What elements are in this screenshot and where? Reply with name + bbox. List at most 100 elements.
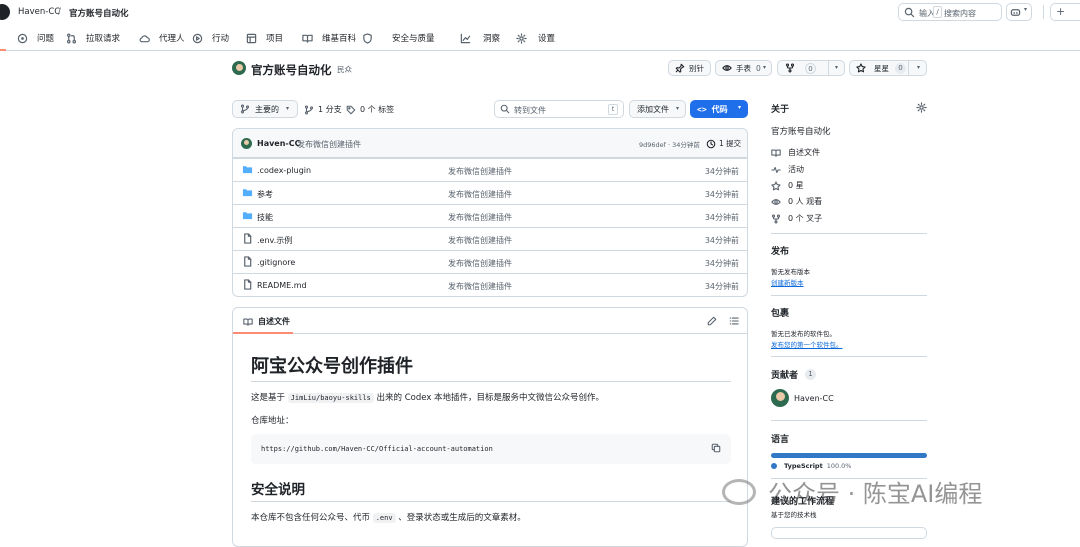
divider xyxy=(1043,5,1044,19)
pin-button[interactable]: 别针 xyxy=(668,60,711,76)
commit-author[interactable]: Haven-CC xyxy=(257,139,301,148)
tags-link[interactable]: 0 个 标签 xyxy=(346,104,394,115)
gear-icon[interactable] xyxy=(916,102,927,113)
tab-label: 维基百科 xyxy=(322,34,357,44)
commit-message[interactable]: 发布微信创建插件 xyxy=(297,139,361,150)
repo-link[interactable]: 官方账号自动化 xyxy=(69,7,129,19)
create-new-button[interactable]: + xyxy=(1050,3,1080,21)
go-to-file-shortcut: t xyxy=(608,104,618,115)
copilot-button[interactable]: ▾ xyxy=(1006,3,1032,21)
branch-selector[interactable]: 主要的 ▾ xyxy=(232,100,298,118)
branches-link[interactable]: 1 分支 xyxy=(304,104,342,115)
tab-insights[interactable]: 洞察 xyxy=(460,31,500,45)
star-icon xyxy=(856,63,866,73)
tab-settings[interactable]: 设置 xyxy=(516,31,555,45)
file-commit-message[interactable]: 发布微信创建插件 xyxy=(448,281,512,292)
book-icon xyxy=(771,149,781,157)
inline-code: .env xyxy=(372,513,396,523)
fork-button[interactable]: 0 ▾ xyxy=(777,60,845,76)
contributor-name[interactable]: Haven-CC xyxy=(794,394,834,403)
file-name[interactable]: .gitignore xyxy=(257,258,295,267)
chevron-down-icon[interactable]: ▾ xyxy=(835,64,838,71)
chevron-down-icon[interactable]: ▾ xyxy=(763,64,766,71)
play-icon xyxy=(192,33,203,43)
file-commit-message[interactable]: 发布微信创建插件 xyxy=(448,212,512,223)
sidebar-stars-link[interactable]: 0 星 xyxy=(771,180,804,191)
search-input[interactable]: 输入 / 搜索内容 xyxy=(898,3,1002,21)
tab-pull-requests[interactable]: 拉取请求 xyxy=(66,31,120,45)
tab-label: 设置 xyxy=(538,34,556,44)
file-name[interactable]: 参考 xyxy=(257,189,273,200)
packages-title[interactable]: 包裹 xyxy=(771,306,789,319)
releases-title[interactable]: 发布 xyxy=(771,244,789,257)
divider xyxy=(251,501,731,502)
file-row[interactable]: .gitignore 发布微信创建插件 34分钟前 xyxy=(233,250,747,273)
tab-actions[interactable]: 行动 xyxy=(192,31,229,45)
tab-wiki[interactable]: 维基百科 xyxy=(302,31,356,45)
sidebar-item-label: 自述文件 xyxy=(788,148,820,157)
owner-link[interactable]: Haven-CC xyxy=(18,7,60,17)
contributor-avatar[interactable] xyxy=(771,389,789,407)
workflow-card[interactable] xyxy=(771,527,927,539)
create-release-link[interactable]: 创建新版本 xyxy=(771,277,804,287)
file-commit-message[interactable]: 发布微信创建插件 xyxy=(448,189,512,200)
table-icon xyxy=(246,33,257,43)
star-button[interactable]: 星星 0 ▾ xyxy=(849,60,927,76)
commit-hash-time[interactable]: 9d96def · 34分钟前 xyxy=(639,139,700,149)
text: 、登录状态或生成后的文章素材。 xyxy=(398,513,526,523)
language-bar xyxy=(771,453,927,458)
file-commit-message[interactable]: 发布微信创建插件 xyxy=(448,166,512,177)
copy-icon[interactable] xyxy=(711,443,721,453)
divider xyxy=(771,295,927,296)
file-name[interactable]: 技能 xyxy=(257,212,273,223)
pencil-icon[interactable] xyxy=(707,316,717,326)
sidebar-watchers-link[interactable]: 0 人 观看 xyxy=(771,196,822,207)
chevron-down-icon: ▾ xyxy=(675,105,679,112)
file-row[interactable]: 参考 发布微信创建插件 34分钟前 xyxy=(233,181,747,204)
book-icon xyxy=(302,34,313,43)
add-file-button[interactable]: 添加文件 ▾ xyxy=(629,100,686,118)
file-commit-message[interactable]: 发布微信创建插件 xyxy=(448,235,512,246)
file-name[interactable]: .codex-plugin xyxy=(257,166,311,175)
contributors-title[interactable]: 贡献者 xyxy=(771,368,798,381)
commits-link[interactable]: 1 提交 xyxy=(706,138,741,149)
search-icon xyxy=(904,7,915,17)
file-name[interactable]: README.md xyxy=(257,281,307,290)
chevron-down-icon: ▾ xyxy=(737,104,741,111)
readme-paragraph: 这是基于 JimLiu/baoyu-skills 出来的 Codex 本地插件，… xyxy=(251,391,604,403)
pin-label: 别针 xyxy=(689,63,704,73)
commit-author-avatar[interactable] xyxy=(241,138,252,149)
language-item[interactable]: TypeScript 100.0% xyxy=(771,462,852,470)
github-logo-icon[interactable] xyxy=(0,4,10,20)
star-count: 0 xyxy=(895,62,906,74)
tab-security[interactable]: 安全与质量 xyxy=(362,31,435,45)
outline-list-icon[interactable] xyxy=(729,316,739,326)
tab-projects[interactable]: 项目 xyxy=(246,31,283,45)
tab-readme[interactable]: 自述文件 xyxy=(243,316,290,327)
chevron-down-icon[interactable]: ▾ xyxy=(917,64,920,71)
pulse-icon xyxy=(771,166,781,173)
branches-count: 1 分支 xyxy=(318,105,342,114)
file-icon xyxy=(244,256,252,267)
file-commit-message[interactable]: 发布微信创建插件 xyxy=(448,258,512,269)
tab-issues[interactable]: 问题 xyxy=(17,31,54,45)
owner-avatar[interactable] xyxy=(232,61,246,75)
file-row[interactable]: .codex-plugin 发布微信创建插件 34分钟前 xyxy=(233,158,747,181)
file-row[interactable]: README.md 发布微信创建插件 34分钟前 xyxy=(233,273,747,296)
sidebar-readme-link[interactable]: 自述文件 xyxy=(771,147,820,158)
publish-package-link[interactable]: 发布您的第一个软件包。 xyxy=(771,339,843,349)
go-to-file-input[interactable]: 转到文件 t xyxy=(494,100,624,118)
code-button[interactable]: <> 代码 ▾ xyxy=(690,100,748,118)
pin-icon xyxy=(675,63,685,73)
file-row[interactable]: 技能 发布微信创建插件 34分钟前 xyxy=(233,204,747,227)
wechat-logo-icon xyxy=(722,478,756,505)
file-name[interactable]: .env.示例 xyxy=(257,235,292,246)
sidebar-activity-link[interactable]: 活动 xyxy=(771,164,804,175)
contributors-count: 1 xyxy=(805,369,816,380)
file-commit-time: 34分钟前 xyxy=(704,282,739,291)
file-row[interactable]: .env.示例 发布微信创建插件 34分钟前 xyxy=(233,227,747,250)
watch-button[interactable]: 手表 0 ▾ xyxy=(715,60,772,76)
tab-agents[interactable]: 代理人 xyxy=(139,31,185,45)
sidebar-forks-link[interactable]: 0 个 叉子 xyxy=(771,213,822,224)
branch-icon xyxy=(304,105,314,114)
